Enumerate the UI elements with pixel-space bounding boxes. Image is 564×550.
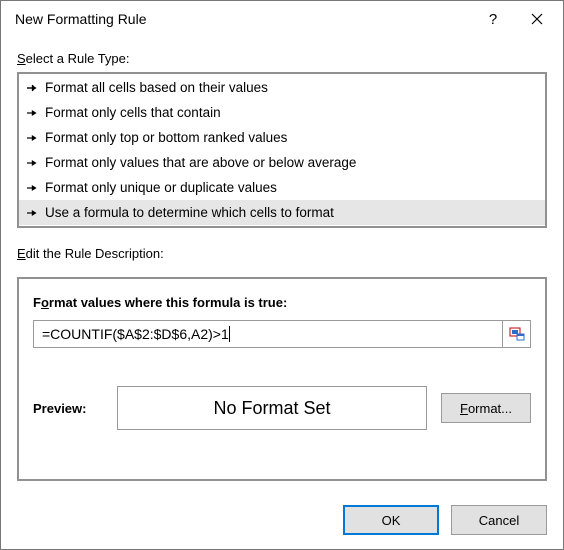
rule-type-text: Format only top or bottom ranked values [45,130,287,145]
rule-type-text: Use a formula to determine which cells t… [45,205,334,220]
formula-value: =COUNTIF($A$2:$D$6,A2)>1 [42,326,229,342]
rule-description-panel: Format values where this formula is true… [17,277,547,481]
preview-label: Preview: [33,401,103,416]
edit-rule-description-label: Edit the Rule Description: [17,246,547,261]
titlebar: New Formatting Rule ? [1,1,563,37]
rule-type-text: Format only cells that contain [45,105,221,120]
rule-type-text: Format all cells based on their values [45,80,268,95]
preview-row: Preview: No Format Set Format... [33,386,531,430]
formula-heading: Format values where this formula is true… [33,295,531,310]
close-icon [531,13,543,25]
bullet-icon [27,182,39,194]
preview-box: No Format Set [117,386,427,430]
ok-button[interactable]: OK [343,505,439,535]
rule-type-item[interactable]: Format only top or bottom ranked values [19,125,545,150]
new-formatting-rule-dialog: New Formatting Rule ? Select a Rule Type… [0,0,564,550]
preview-text: No Format Set [213,398,330,419]
bullet-icon [27,157,39,169]
bullet-icon [27,107,39,119]
rule-type-list[interactable]: Format all cells based on their values F… [17,72,547,228]
close-button[interactable] [515,4,559,34]
bullet-icon [27,82,39,94]
rule-type-item[interactable]: Format only unique or duplicate values [19,175,545,200]
rule-type-text: Format only unique or duplicate values [45,180,277,195]
refedit-icon [509,326,525,342]
text-caret [229,326,230,342]
rule-type-text: Format only values that are above or bel… [45,155,356,170]
select-rule-type-label: Select a Rule Type: [17,51,547,66]
formula-input[interactable]: =COUNTIF($A$2:$D$6,A2)>1 [33,320,503,348]
rule-type-item[interactable]: Format all cells based on their values [19,75,545,100]
bullet-icon [27,207,39,219]
rule-type-item[interactable]: Format only values that are above or bel… [19,150,545,175]
dialog-title: New Formatting Rule [15,11,471,27]
help-button[interactable]: ? [471,4,515,34]
format-button[interactable]: Format... [441,393,531,423]
cancel-button[interactable]: Cancel [451,505,547,535]
collapse-dialog-button[interactable] [503,320,531,348]
dialog-button-row: OK Cancel [1,493,563,549]
dialog-body: Select a Rule Type: Format all cells bas… [1,37,563,493]
bullet-icon [27,132,39,144]
formula-row: =COUNTIF($A$2:$D$6,A2)>1 [33,320,531,348]
rule-type-item[interactable]: Use a formula to determine which cells t… [19,200,545,225]
rule-type-item[interactable]: Format only cells that contain [19,100,545,125]
